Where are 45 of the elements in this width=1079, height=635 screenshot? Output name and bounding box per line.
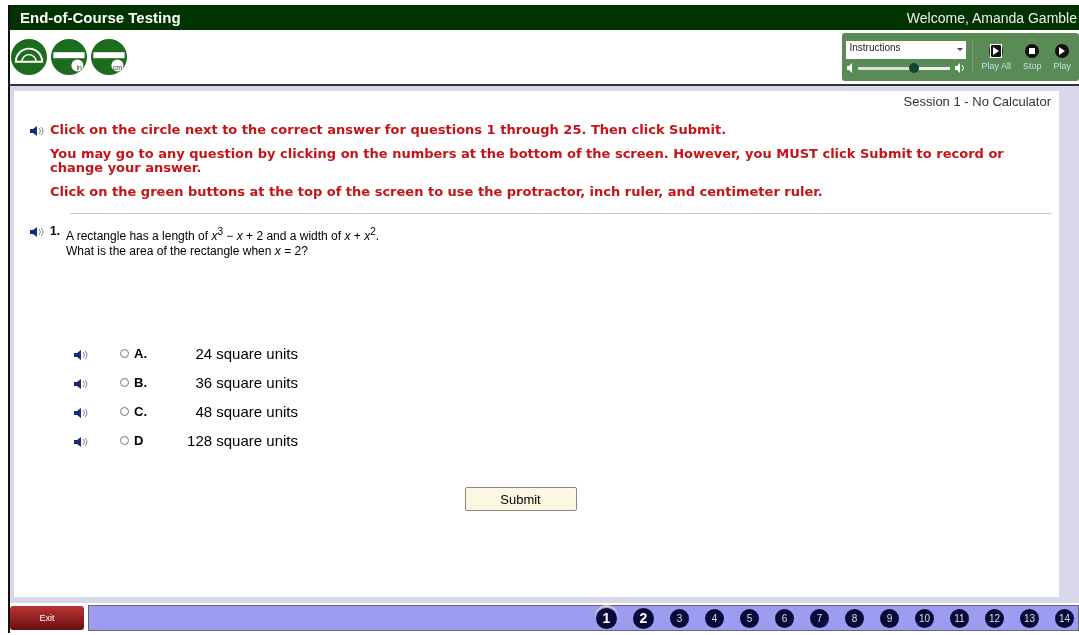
choice-text: 36 square units [194,374,298,391]
speaker-icon[interactable] [30,126,44,136]
question-number: 1. [50,224,60,238]
question-number-button[interactable]: 7 [810,608,829,628]
choice-text: 48 square units [194,403,298,420]
question-number-button[interactable]: 11 [950,608,969,628]
session-label: Session 1 - No Calculator [903,94,1051,109]
welcome-text: Welcome, Amanda Gamble [906,9,1077,26]
submit-button[interactable]: Submit [464,487,577,511]
question-number-button[interactable]: 8 [845,608,864,628]
speaker-icon[interactable] [74,350,88,360]
instruction-text: Click on the green buttons at the top of the screen to use the protractor, inch ruler, and centimeter ruler. [50,185,823,199]
slider-thumb[interactable] [908,62,919,73]
speaker-icon[interactable] [30,227,44,237]
choice-letter: A. [134,346,148,361]
question-number-button[interactable]: 12 [985,608,1004,628]
choice-text: 128 square units [186,432,298,449]
audio-dropdown[interactable]: Instructions [846,41,967,59]
question-number-button[interactable]: 10 [915,608,934,628]
speaker-icon[interactable] [74,379,88,389]
question-number-button[interactable]: 9 [880,608,899,628]
exit-button[interactable]: Exit [10,606,84,630]
question-number-button[interactable]: 2 [633,607,654,629]
question-number-button[interactable]: 13 [1020,608,1039,628]
speaker-icon [846,63,855,73]
instruction-text: Click on the circle next to the correct answer for questions 1 through 25. Then click Submit. [50,123,727,137]
speaker-icon[interactable] [74,408,88,418]
speaker-loud-icon [954,63,967,73]
volume-slider[interactable] [858,66,951,70]
choice-text: 24 square units [194,345,298,362]
question-number-button[interactable]: 14 [1055,608,1074,628]
choice-letter: D [134,433,145,448]
question-number-button[interactable]: 5 [740,608,759,628]
speaker-icon[interactable] [74,437,88,447]
question-number-button[interactable]: 3 [670,608,689,628]
choice-letter: B. [134,375,148,390]
app-title: End-of-Course Testing [20,9,181,26]
protractor-button[interactable] [10,38,48,76]
question-text: A rectangle has a length of x$^{3}$ − x + 2 and a width of x + x$^{2}$. [66,225,380,244]
question-number-button[interactable]: 6 [775,608,794,628]
question-text: What is the area of the rectangle when x = 2? [66,244,309,259]
choice-letter: C. [134,404,148,419]
question-number-button[interactable]: 4 [705,608,724,628]
instruction-text: You may go to any question by clicking on the numbers at the bottom of the screen. However, you MUST click Submit to record or change your answer. [50,147,1005,175]
question-number-button[interactable]: 1 [596,607,617,629]
